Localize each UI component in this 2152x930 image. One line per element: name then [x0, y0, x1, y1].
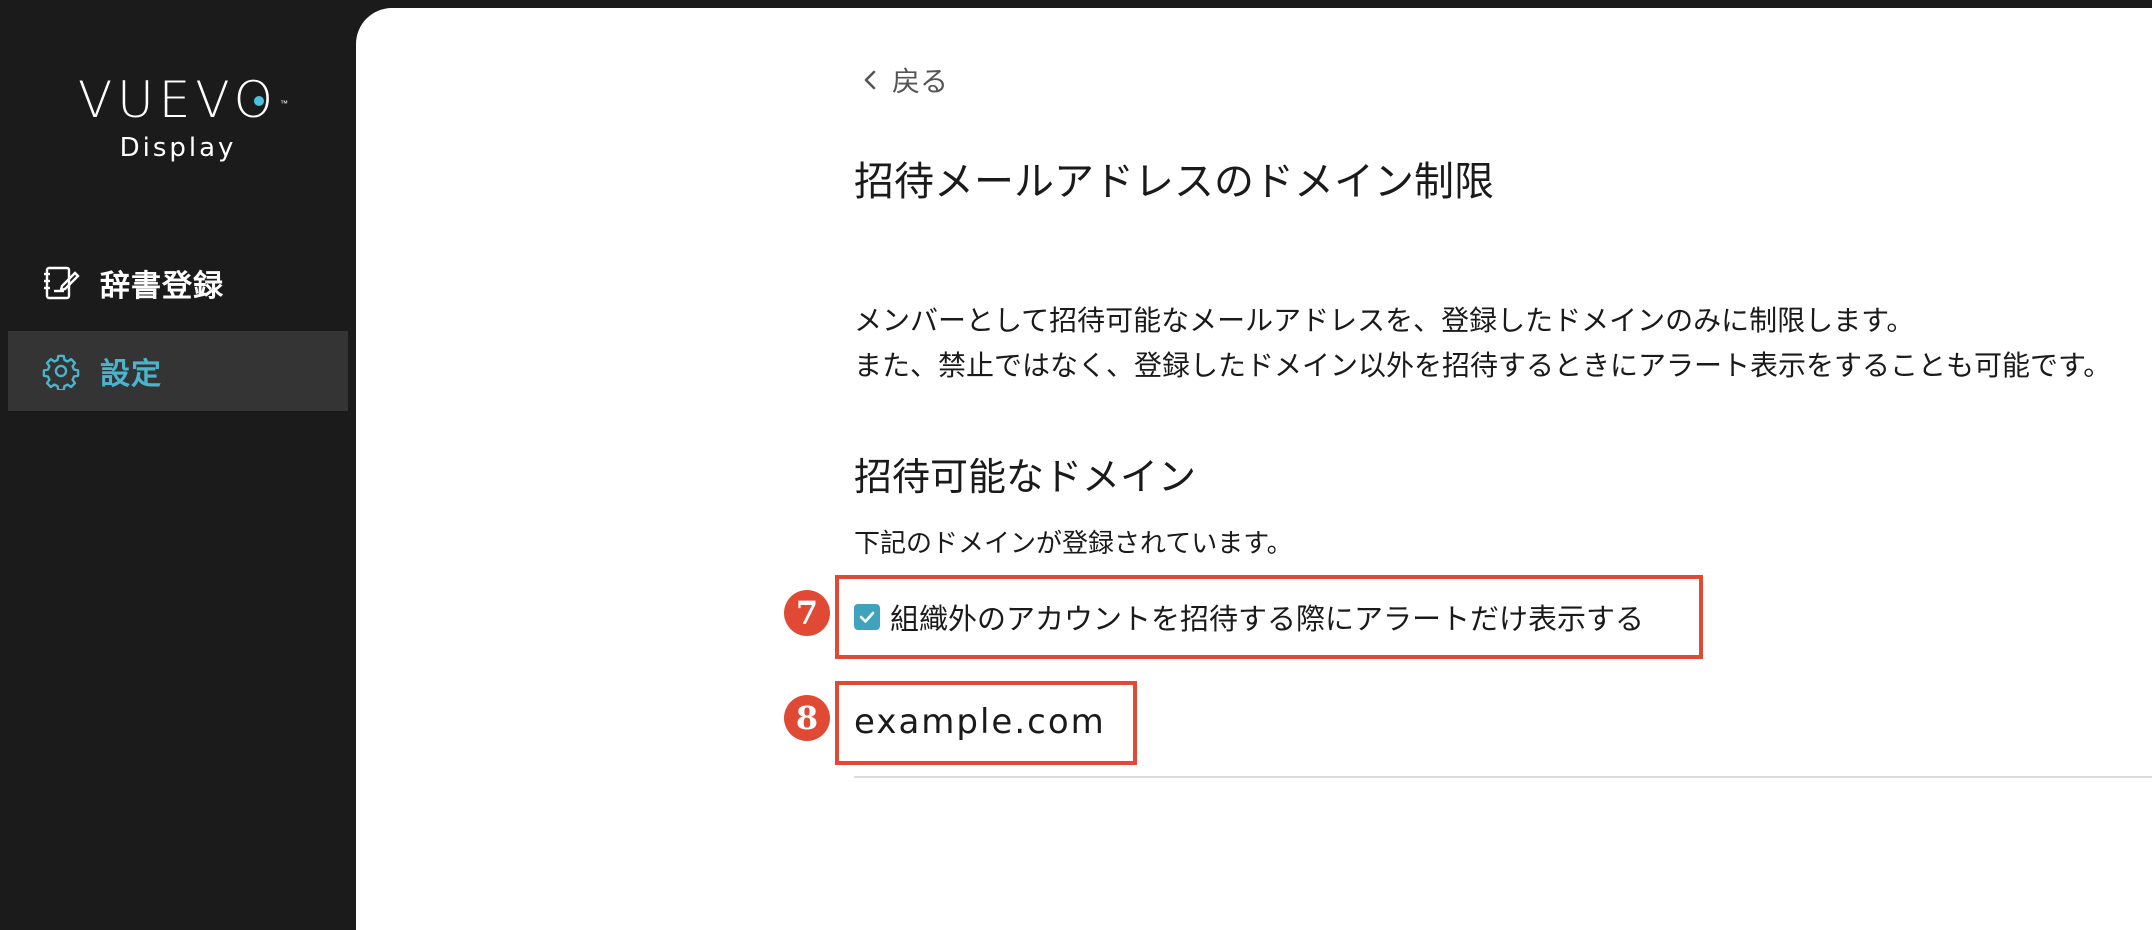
page-title: 招待メールアドレスのドメイン制限 [854, 159, 1494, 205]
vuevo-display-logo: VUEVO ™ Display [0, 72, 356, 166]
back-link[interactable]: 戻る [860, 60, 948, 100]
sidebar-item-label: 辞書登録 [100, 269, 224, 304]
section-title: 招待可能なドメイン [854, 455, 1197, 499]
logo-word: VUEVO [77, 71, 279, 129]
annotation-badge-8: 8 [784, 695, 830, 741]
logo-dot-icon [254, 96, 265, 106]
sidebar: VUEVO ™ Display 辞書登録 設定 [0, 0, 356, 930]
chevron-left-icon [860, 69, 882, 91]
divider [854, 776, 2152, 778]
annotation-box-8 [835, 681, 1137, 765]
logo-subtitle: Display [119, 133, 237, 163]
section-description: 下記のドメインが登録されています。 [854, 529, 1293, 559]
main-panel: 戻る 招待メールアドレスのドメイン制限 メンバーとして招待可能なメールアドレスを… [356, 8, 2152, 930]
annotation-box-7 [835, 575, 1703, 659]
logo-trademark: ™ [280, 99, 289, 108]
description-line: また、禁止ではなく、登録したドメイン以外を招待するときにアラート表示をすることも… [854, 349, 2112, 382]
annotation-badge-7: 7 [784, 590, 830, 636]
description-line: メンバーとして招待可能なメールアドレスを、登録したドメインのみに制限します。 [854, 304, 1915, 337]
sidebar-item-settings[interactable]: 設定 [8, 331, 348, 411]
back-label: 戻る [892, 65, 949, 98]
gear-icon [42, 352, 80, 390]
page-description: メンバーとして招待可能なメールアドレスを、登録したドメインのみに制限します。 ま… [854, 298, 2111, 388]
dictionary-edit-icon [42, 264, 80, 302]
sidebar-item-dictionary[interactable]: 辞書登録 [8, 243, 348, 323]
sidebar-item-label: 設定 [100, 357, 162, 392]
